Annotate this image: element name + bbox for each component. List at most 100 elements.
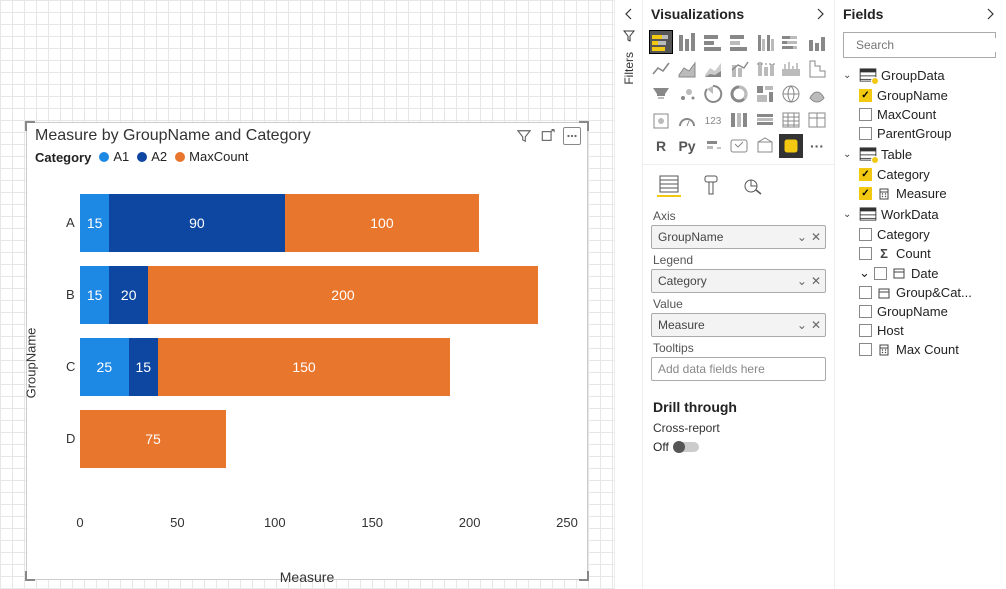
field-checkbox[interactable]	[859, 247, 872, 260]
viz-type-icon[interactable]	[805, 30, 829, 54]
field-item[interactable]: Max Count	[839, 340, 1000, 359]
viz-type-icon[interactable]	[779, 82, 803, 106]
expand-icon[interactable]: ⌄	[859, 265, 869, 281]
field-item[interactable]: Category	[839, 225, 1000, 244]
field-table[interactable]: ⌄Table	[839, 143, 1000, 165]
viz-type-icon[interactable]	[701, 30, 725, 54]
field-checkbox[interactable]	[859, 127, 872, 140]
bar-segment[interactable]: 15	[129, 338, 158, 396]
viz-type-icon[interactable]	[701, 134, 725, 158]
value-well[interactable]: Measure ⌄✕	[651, 313, 826, 337]
filters-pane-collapsed[interactable]: Filters	[614, 0, 642, 589]
bar-segment[interactable]: 75	[80, 410, 226, 468]
legend-item[interactable]: MaxCount	[175, 149, 248, 164]
remove-icon[interactable]: ✕	[811, 318, 821, 332]
viz-type-icon[interactable]: 123	[701, 108, 725, 132]
chevron-down-icon[interactable]: ⌄	[797, 274, 807, 288]
viz-type-icon[interactable]	[753, 82, 777, 106]
viz-type-icon[interactable]	[779, 108, 803, 132]
field-item[interactable]: Category	[839, 165, 1000, 184]
viz-type-icon[interactable]	[779, 134, 803, 158]
field-item[interactable]: GroupName	[839, 302, 1000, 321]
viz-type-icon[interactable]	[727, 108, 751, 132]
viz-type-icon[interactable]	[779, 30, 803, 54]
bar-segment[interactable]: 20	[109, 266, 148, 324]
bar-segment[interactable]: 25	[80, 338, 129, 396]
field-item[interactable]: GroupName	[839, 86, 1000, 105]
field-checkbox[interactable]	[859, 343, 872, 356]
legend-well[interactable]: Category ⌄✕	[651, 269, 826, 293]
field-checkbox[interactable]	[859, 305, 872, 318]
focus-mode-icon[interactable]	[539, 127, 557, 145]
viz-type-icon[interactable]	[805, 56, 829, 80]
viz-type-icon[interactable]	[701, 56, 725, 80]
viz-type-icon[interactable]: Py	[675, 134, 699, 158]
field-item[interactable]: ΣCount	[839, 244, 1000, 263]
field-table[interactable]: ⌄GroupData	[839, 64, 1000, 86]
chevron-right-icon[interactable]	[984, 8, 996, 20]
remove-icon[interactable]: ✕	[811, 274, 821, 288]
viz-type-icon[interactable]	[701, 82, 725, 106]
bar[interactable]: 1590100	[80, 194, 567, 252]
bar-segment[interactable]: 90	[109, 194, 284, 252]
viz-type-icon[interactable]	[675, 30, 699, 54]
viz-type-icon[interactable]	[649, 82, 673, 106]
field-checkbox[interactable]	[874, 267, 887, 280]
chevron-down-icon[interactable]: ⌄	[797, 230, 807, 244]
analytics-tab-icon[interactable]	[741, 173, 765, 197]
filter-icon[interactable]	[515, 127, 533, 145]
field-item[interactable]: Host	[839, 321, 1000, 340]
bar-segment[interactable]: 200	[148, 266, 538, 324]
axis-well[interactable]: GroupName ⌄✕	[651, 225, 826, 249]
field-item[interactable]: Measure	[839, 184, 1000, 203]
field-item[interactable]: ParentGroup	[839, 124, 1000, 143]
viz-type-icon[interactable]	[727, 56, 751, 80]
more-visuals-icon[interactable]: ···	[805, 134, 829, 158]
report-canvas[interactable]: Measure by GroupName and Category Catego…	[0, 0, 614, 589]
bar[interactable]: 2515150	[80, 338, 567, 396]
legend-item[interactable]: A2	[137, 149, 167, 164]
fields-tab-icon[interactable]	[657, 173, 681, 197]
legend-item[interactable]: A1	[99, 149, 129, 164]
viz-type-icon[interactable]	[805, 108, 829, 132]
bar[interactable]: 75	[80, 410, 567, 468]
expand-icon[interactable]: ⌄	[843, 209, 855, 220]
viz-type-icon[interactable]	[727, 82, 751, 106]
field-checkbox[interactable]	[859, 286, 872, 299]
viz-type-icon[interactable]: R	[649, 134, 673, 158]
chevron-down-icon[interactable]: ⌄	[797, 318, 807, 332]
bar[interactable]: 1520200	[80, 266, 567, 324]
format-tab-icon[interactable]	[699, 173, 723, 197]
cross-report-toggle[interactable]: Off	[653, 440, 699, 454]
viz-type-icon[interactable]	[753, 134, 777, 158]
viz-type-icon[interactable]	[779, 56, 803, 80]
viz-type-icon[interactable]	[805, 82, 829, 106]
more-options-icon[interactable]	[563, 127, 581, 145]
bar-segment[interactable]: 15	[80, 194, 109, 252]
bar-segment[interactable]: 15	[80, 266, 109, 324]
viz-type-icon[interactable]	[727, 134, 751, 158]
viz-type-icon[interactable]	[649, 108, 673, 132]
field-checkbox[interactable]	[859, 108, 872, 121]
search-input[interactable]	[856, 38, 1006, 52]
chevron-right-icon[interactable]	[814, 8, 826, 20]
bar-segment[interactable]: 150	[158, 338, 450, 396]
viz-type-icon[interactable]	[675, 82, 699, 106]
bar-segment[interactable]: 100	[285, 194, 480, 252]
viz-type-icon[interactable]	[675, 56, 699, 80]
viz-type-icon[interactable]	[753, 108, 777, 132]
viz-type-icon[interactable]	[675, 108, 699, 132]
chart-visual[interactable]: Measure by GroupName and Category Catego…	[26, 122, 588, 580]
field-checkbox[interactable]	[859, 324, 872, 337]
field-table[interactable]: ⌄WorkData	[839, 203, 1000, 225]
tooltips-well[interactable]: Add data fields here	[651, 357, 826, 381]
remove-icon[interactable]: ✕	[811, 230, 821, 244]
fields-search[interactable]	[843, 32, 996, 58]
viz-type-icon[interactable]	[649, 56, 673, 80]
field-checkbox[interactable]	[859, 89, 872, 102]
viz-type-icon[interactable]	[727, 30, 751, 54]
field-checkbox[interactable]	[859, 168, 872, 181]
viz-type-icon[interactable]	[753, 56, 777, 80]
expand-icon[interactable]: ⌄	[843, 149, 855, 160]
viz-type-icon[interactable]	[649, 30, 673, 54]
